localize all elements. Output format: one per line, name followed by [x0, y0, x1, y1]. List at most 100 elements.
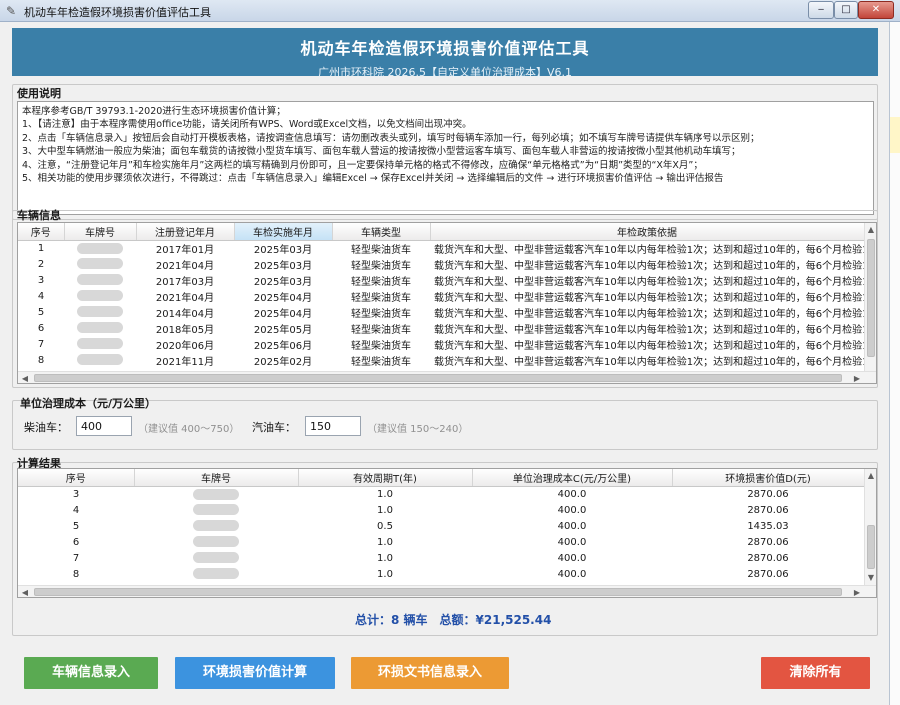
background-window-strip [890, 22, 900, 705]
usage-line: 本程序参考GB/T 39793.1-2020进行生态环境损害价值计算； [22, 106, 286, 117]
document-entry-button[interactable]: 环损文书信息录入 [351, 657, 509, 689]
maximize-button[interactable]: □ [834, 1, 858, 19]
cell-reg-date: 2021年04月 [155, 292, 215, 304]
table-row[interactable]: 4 1.0 400.0 2870.06 [18, 502, 864, 518]
results-grid-hscrollbar[interactable]: ◀ ▶ [18, 585, 876, 597]
damage-calc-button[interactable]: 环境损害价值计算 [175, 657, 335, 689]
scroll-right-icon[interactable]: ▶ [850, 372, 864, 383]
table-row[interactable]: 1 2017年01月 2025年03月 轻型柴油货车 载货汽车和大型、中型非营运载客汽车… [18, 240, 864, 256]
vehicle-grid-vscrollbar[interactable]: ▲ [864, 223, 876, 371]
gasoline-label: 汽油车： [252, 421, 296, 434]
clear-all-button[interactable]: 清除所有 [761, 657, 870, 689]
cell-reg-date: 2021年04月 [155, 260, 215, 272]
cell-vehicle-type: 轻型柴油货车 [351, 276, 411, 288]
scroll-left-icon[interactable]: ◀ [18, 372, 32, 383]
usage-textbox[interactable]: 本程序参考GB/T 39793.1-2020进行生态环境损害价值计算； 1、【请… [17, 101, 874, 215]
cell-seq: 6 [72, 536, 80, 548]
scroll-down-icon[interactable]: ▼ [865, 571, 876, 585]
scroll-left-icon[interactable]: ◀ [18, 586, 32, 597]
results-grid-vscrollbar[interactable]: ▲ ▼ [864, 469, 876, 585]
redacted-mark [193, 552, 239, 564]
vscroll-thumb[interactable] [867, 525, 875, 569]
cell-vehicle-type: 轻型柴油货车 [351, 324, 411, 336]
cell-plate-redacted [134, 518, 298, 534]
minimize-button[interactable]: ‒ [808, 1, 834, 19]
col-header-damage-value[interactable]: 环境损害价值D(元) [672, 469, 865, 487]
redacted-mark [77, 258, 123, 270]
cell-plate-redacted [64, 272, 136, 288]
cell-inspect-date: 2025年03月 [253, 244, 313, 256]
cell-vehicle-type: 轻型柴油货车 [351, 308, 411, 320]
table-row[interactable]: 5 2014年04月 2025年04月 轻型柴油货车 载货汽车和大型、中型非营运载客汽车… [18, 304, 864, 320]
cell-seq: 4 [72, 504, 80, 516]
table-row[interactable]: 5 0.5 400.0 1435.03 [18, 518, 864, 534]
col-header-policy[interactable]: 年检政策依据 [430, 223, 865, 241]
cell-unit-cost: 400.0 [557, 520, 587, 532]
table-row[interactable]: 3 1.0 400.0 2870.06 [18, 486, 864, 502]
window-titlebar: ✎ 机动车年检造假环境损害价值评估工具 ‒ □ ✕ [0, 0, 900, 22]
cell-seq: 3 [72, 488, 80, 500]
scroll-up-icon[interactable]: ▲ [865, 469, 876, 483]
cell-period: 1.0 [377, 488, 393, 500]
vehicle-grid-hscrollbar[interactable]: ◀ ▶ [18, 371, 876, 383]
table-row[interactable]: 8 1.0 400.0 2870.06 [18, 566, 864, 582]
header-banner: 机动车年检造假环境损害价值评估工具 广州市环科院 2026.5【自定义单位治理成… [12, 28, 878, 79]
cell-inspect-date: 2025年04月 [253, 292, 313, 304]
col-header-plate[interactable]: 车牌号 [134, 469, 299, 487]
cell-reg-date: 2017年03月 [155, 276, 215, 288]
col-header-seq[interactable]: 序号 [18, 223, 65, 241]
table-row[interactable]: 4 2021年04月 2025年04月 轻型柴油货车 载货汽车和大型、中型非营运载客汽车… [18, 288, 864, 304]
usage-line: 4、注意，“注册登记年月”和车检实施年月”这两栏的填写精确到月份即可，且一定要保… [22, 159, 703, 171]
col-header-seq[interactable]: 序号 [18, 469, 135, 487]
redacted-mark [77, 274, 123, 286]
redacted-mark [77, 322, 123, 334]
cell-policy: 载货汽车和大型、中型非营运载客汽车10年以内每年检验1次；达到和超过10年的，每… [434, 244, 864, 256]
col-header-period[interactable]: 有效周期T(年) [298, 469, 473, 487]
usage-line: 2、点击「车辆信息录入」按钮后会自动打开模板表格，请按调查信息填写：请勿删改表头… [22, 132, 760, 144]
cell-policy: 载货汽车和大型、中型非营运载客汽车10年以内每年检验1次；达到和超过10年的，每… [434, 340, 864, 352]
cell-policy: 载货汽车和大型、中型非营运载客汽车10年以内每年检验1次；达到和超过10年的，每… [434, 356, 864, 368]
vehicle-grid-header: 序号 车牌号 注册登记年月 车检实施年月 车辆类型 年检政策依据 [18, 223, 865, 241]
cell-policy: 载货汽车和大型、中型非营运载客汽车10年以内每年检验1次；达到和超过10年的，每… [434, 308, 864, 320]
redacted-mark [193, 488, 239, 500]
table-row[interactable]: 3 2017年03月 2025年03月 轻型柴油货车 载货汽车和大型、中型非营运载客汽车… [18, 272, 864, 288]
table-row[interactable]: 6 2018年05月 2025年05月 轻型柴油货车 载货汽车和大型、中型非营运载客汽车… [18, 320, 864, 336]
cell-seq: 1 [37, 242, 45, 254]
hscroll-thumb[interactable] [34, 374, 842, 382]
cell-unit-cost: 400.0 [557, 568, 587, 580]
col-header-plate[interactable]: 车牌号 [64, 223, 137, 241]
cell-inspect-date: 2025年03月 [253, 276, 313, 288]
table-row[interactable]: 6 1.0 400.0 2870.06 [18, 534, 864, 550]
col-header-vehicle-type[interactable]: 车辆类型 [332, 223, 431, 241]
col-header-unit-cost[interactable]: 单位治理成本C(元/万公里) [472, 469, 673, 487]
cell-period: 1.0 [377, 552, 393, 564]
table-row[interactable]: 7 1.0 400.0 2870.06 [18, 550, 864, 566]
cell-inspect-date: 2025年03月 [253, 260, 313, 272]
cell-reg-date: 2020年06月 [155, 340, 215, 352]
cell-plate-redacted [134, 566, 298, 582]
gasoline-cost-input[interactable] [305, 416, 361, 436]
cell-damage-value: 2870.06 [747, 552, 789, 564]
col-header-reg-date[interactable]: 注册登记年月 [136, 223, 235, 241]
table-row[interactable]: 2 2021年04月 2025年03月 轻型柴油货车 载货汽车和大型、中型非营运载客汽车… [18, 256, 864, 272]
usage-line: 5、相关功能的使用步骤须依次进行，不得跳过：点击「车辆信息录入」编辑Excel … [22, 173, 724, 185]
vehicle-grid[interactable]: 序号 车牌号 注册登记年月 车检实施年月 车辆类型 年检政策依据 1 2017年0… [17, 222, 877, 384]
vscroll-thumb[interactable] [867, 239, 875, 357]
redacted-mark [193, 520, 239, 532]
cell-vehicle-type: 轻型柴油货车 [351, 292, 411, 304]
cell-seq: 3 [37, 274, 45, 286]
diesel-cost-input[interactable] [76, 416, 132, 436]
scroll-up-icon[interactable]: ▲ [865, 223, 876, 237]
col-header-inspect-date[interactable]: 车检实施年月 [234, 223, 333, 241]
hscroll-thumb[interactable] [34, 588, 842, 596]
table-row[interactable]: 7 2020年06月 2025年06月 轻型柴油货车 载货汽车和大型、中型非营运载客汽车… [18, 336, 864, 352]
scroll-right-icon[interactable]: ▶ [850, 586, 864, 597]
results-grid[interactable]: 序号 车牌号 有效周期T(年) 单位治理成本C(元/万公里) 环境损害价值D(元… [17, 468, 877, 598]
cell-seq: 7 [72, 552, 80, 564]
background-cursor-mark [890, 92, 900, 114]
vehicle-entry-button[interactable]: 车辆信息录入 [24, 657, 158, 689]
close-button[interactable]: ✕ [858, 1, 894, 19]
cell-plate-redacted [64, 288, 136, 304]
table-row[interactable]: 8 2021年11月 2025年02月 轻型柴油货车 载货汽车和大型、中型非营运载客汽车… [18, 352, 864, 368]
main-form: 机动车年检造假环境损害价值评估工具 广州市环科院 2026.5【自定义单位治理成… [0, 22, 890, 705]
